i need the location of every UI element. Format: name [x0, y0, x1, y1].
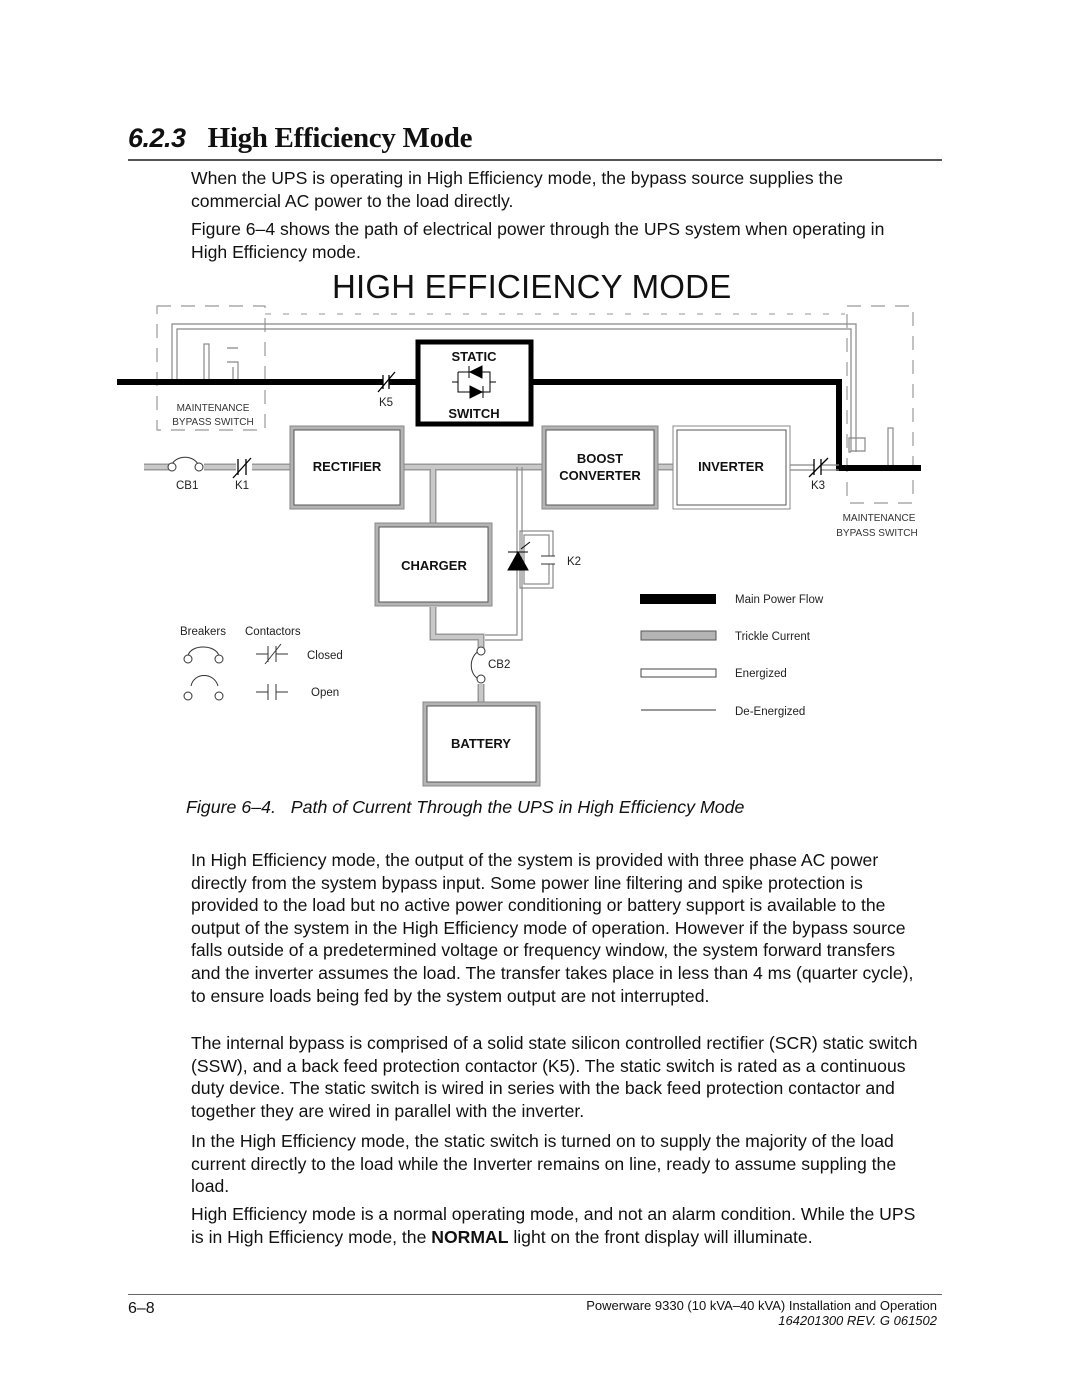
line-legend: Main Power Flow Trickle Current Energize…	[640, 594, 824, 718]
legend-trickle-swatch	[640, 630, 717, 641]
figure-caption: Figure 6–4. Path of Current Through the …	[186, 797, 744, 818]
legend-energized-label: Energized	[735, 668, 787, 680]
rectifier-label: RECTIFIER	[313, 459, 382, 474]
contactor-open-icon	[256, 684, 288, 700]
body-paragraph-1: In High Efficiency mode, the output of t…	[191, 850, 914, 1006]
cb1-breaker-closed	[167, 456, 204, 472]
k3-label: K3	[811, 480, 825, 492]
breaker-open-icon	[183, 675, 224, 701]
static-switch-label-top: STATIC	[451, 349, 497, 364]
battery-label: BATTERY	[451, 736, 511, 751]
legend-main-power-swatch	[640, 594, 716, 604]
mbs-left-label-1: MAINTENANCE	[177, 403, 250, 414]
legend-trickle-label: Trickle Current	[735, 631, 811, 643]
mbs-left-label-2: BYPASS SWITCH	[172, 417, 254, 428]
boost-label-2: CONVERTER	[559, 468, 641, 483]
document-revision: 164201300 REV. G 061502	[778, 1313, 937, 1328]
inverter-label: INVERTER	[698, 459, 764, 474]
cb2-breaker-closed	[470, 646, 486, 684]
maintenance-bypass-switch-right	[846, 305, 914, 504]
contactor-closed-icon	[256, 643, 288, 665]
legend-deenergized-label: De-Energized	[735, 706, 805, 718]
footer-rule	[128, 1294, 942, 1295]
k2-scr-icon	[507, 541, 531, 571]
footer-info: Powerware 9330 (10 kVA–40 kVA) Installat…	[586, 1298, 937, 1328]
legend-energized-swatch	[640, 668, 717, 678]
body-paragraph-3: In the High Efficiency mode, the static …	[191, 1131, 897, 1197]
cb1-label: CB1	[176, 480, 198, 492]
k3-contactor-closed	[808, 457, 829, 478]
charger-label: CHARGER	[401, 558, 467, 573]
breaker-closed-icon	[183, 646, 224, 664]
k2-label: K2	[567, 556, 581, 568]
normal-light-term: NORMAL	[431, 1226, 509, 1247]
boost-label-1: BOOST	[577, 451, 623, 466]
legend-main-power-label: Main Power Flow	[735, 594, 824, 606]
legend-contactors-heading: Contactors	[245, 626, 301, 638]
manual-title: Powerware 9330 (10 kVA–40 kVA) Installat…	[586, 1298, 937, 1313]
figure-caption-text: Path of Current Through the UPS in High …	[290, 797, 745, 817]
figure-caption-label: Figure 6–4.	[186, 797, 276, 817]
legend-closed-label: Closed	[307, 650, 343, 662]
k1-label: K1	[235, 480, 249, 492]
body-paragraph-2: The internal bypass is comprised of a so…	[191, 1033, 918, 1121]
mbs-right-label-1: MAINTENANCE	[843, 513, 916, 524]
body-paragraph-4-after: light on the front display will illumina…	[508, 1226, 813, 1247]
legend-breakers-heading: Breakers	[180, 626, 226, 638]
k2-contactor-open	[541, 555, 555, 565]
k5-label: K5	[379, 397, 393, 409]
ups-power-path-diagram: K5 STATIC SWITCH MAINTENANCE BYPASS SWIT…	[117, 305, 921, 787]
cb2-label: CB2	[488, 659, 510, 671]
static-switch-label-bottom: SWITCH	[448, 406, 499, 421]
legend-open-label: Open	[311, 687, 339, 699]
body-paragraph-4: High Efficiency mode is a normal operati…	[191, 1203, 921, 1248]
mbs-right-label-2: BYPASS SWITCH	[836, 528, 918, 539]
page-number: 6–8	[128, 1300, 155, 1317]
